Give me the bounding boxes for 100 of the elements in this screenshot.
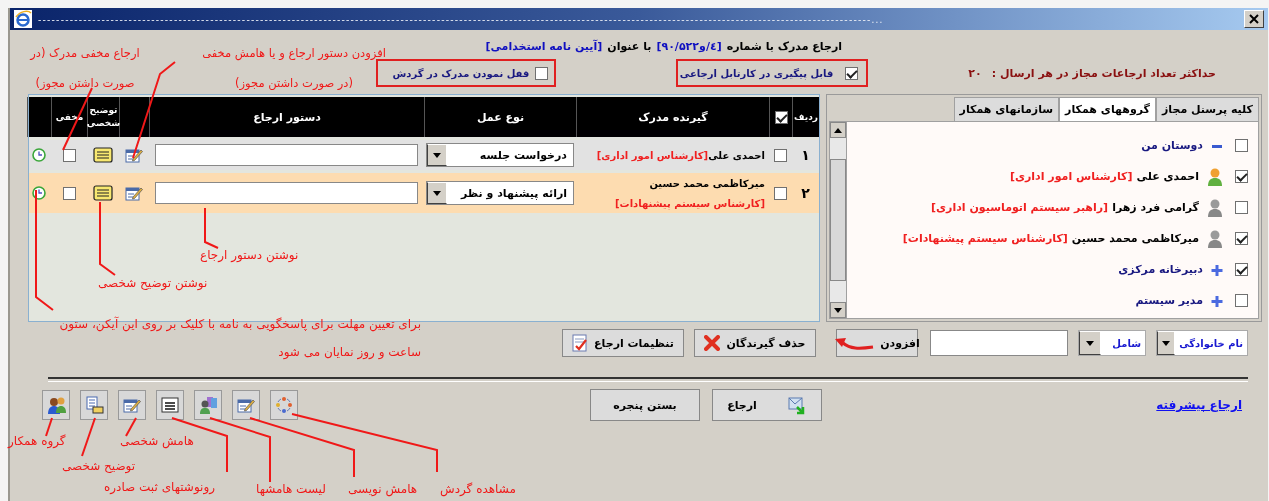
instruction-field[interactable] [155,182,418,204]
add-button[interactable]: افزودن [836,329,918,357]
person-name[interactable]: احمدی علی [1136,170,1199,183]
browser-icon [14,10,32,28]
list-icon [160,395,180,415]
toolbar-button[interactable] [118,390,146,420]
annotation: افزودن دستور ارجاع و یا هامش مخفی (در صورت داشتن مجوز) [201,45,387,92]
cycle-icon [274,395,294,415]
toolbar-button[interactable] [80,390,108,420]
checkbox[interactable] [1235,170,1248,183]
group-name[interactable]: دوستان من [1141,139,1203,152]
edit-icon[interactable] [125,147,143,163]
operator-dropdown[interactable]: شامل [1078,330,1146,356]
delete-icon [704,335,721,351]
toolbar-button[interactable] [232,390,260,420]
header-label: ارجاع مدرک با شماره [726,39,842,53]
annotation: مشاهده گردش [440,481,516,499]
table-row[interactable]: ۱ احمدی علی[کارشناس امور اداری] درخواست جلسه [29,140,819,170]
note-list-icon [84,395,104,415]
scroll-down-button[interactable] [830,302,846,318]
close-button[interactable] [1244,10,1264,28]
checkbox[interactable] [1235,294,1248,307]
colleague-group-icon [46,395,66,415]
annotation: رونوشتهای ثبت صادره [104,479,216,497]
group-name[interactable]: دبیرخانه مرکزی [1118,263,1203,276]
annotation: هامش شخصی [120,433,194,451]
toolbar-button[interactable] [156,390,184,420]
toolbar-button[interactable] [42,390,70,420]
checkbox[interactable] [774,148,787,162]
settings-button[interactable]: تنظیمات ارجاع [562,329,684,357]
table-row[interactable]: ۲ میرکاظمی محمد حسین [کارشناس سیستم پیشنهادات] ارائه پیشنهاد و نظر [29,173,819,213]
window-title: ----------------------------------------------------------------------------------------------------------------------------------------------------------------------------------------... [38,13,885,25]
annotation: لیست هامشها [256,481,326,498]
recipient-cell-text: احمدی علی[کارشناس امور اداری] [595,148,766,164]
note-icon[interactable] [93,147,113,163]
instruction-field[interactable] [155,144,418,166]
checkbox[interactable] [774,186,787,200]
max-referrals-value: ۲۰ [968,66,982,80]
column-header: ردیف [792,97,819,137]
person-role: [راهبر سیستم اتوماسیون اداری] [930,201,1109,214]
leader-line [125,417,137,437]
person-role: [کارشناس سیستم پیشنهادات] [902,232,1068,245]
field-dropdown[interactable]: نام خانوادگی [1156,330,1248,356]
tab[interactable]: کلیه پرسنل مجاز [1156,97,1259,121]
checkbox[interactable] [1235,139,1248,152]
checkbox[interactable] [535,66,549,80]
column-header: گیرنده مدرک [576,97,769,137]
option-label: قابل پیگیری در کارتابل ارجاعی [679,67,834,79]
checkbox[interactable] [62,186,76,200]
option-label: قفل نمودن مدرک در گردش [392,67,530,79]
expand-icon[interactable] [1211,294,1223,307]
expand-icon[interactable] [1211,263,1223,276]
refer-button[interactable]: ارجاع [712,389,822,421]
column-header: دستور ارجاع [149,97,424,137]
clock-icon[interactable] [32,186,46,200]
toolbar-button[interactable] [194,390,222,420]
scrollbar[interactable] [830,122,847,318]
clock-icon[interactable] [32,148,46,162]
search-field[interactable] [930,330,1068,356]
annotation: برای تعیین مهلت برای پاسخگویی به نامه با کلیک بر روی این آیکن، ستون ساعت و روز نمایان می شود [58,315,421,362]
leader-line [204,207,219,249]
tab[interactable]: سازمانهای همکار [953,97,1060,121]
document-subject: [آیین نامه استخدامی] [485,39,603,53]
scroll-thumb[interactable] [830,159,846,281]
people-documents-icon [198,395,218,415]
column-header: توضیح شخصی [87,97,119,137]
close-button[interactable]: بستن پنجره [590,389,700,421]
document-check-icon [572,334,589,352]
edit-icon[interactable] [125,185,143,201]
person-name[interactable]: میرکاظمی محمد حسین [1071,232,1199,245]
checkbox[interactable] [1235,232,1248,245]
send-icon [786,395,807,415]
document-number: [۹۰/٤/و۵۲۲] [656,39,722,53]
scroll-up-button[interactable] [830,122,846,138]
annotation: هامش نویسی [348,481,418,499]
arrow-icon [834,336,875,350]
note-icon[interactable] [93,185,113,201]
row-number: ۲ [800,184,811,203]
person-role: [کارشناس امور اداری] [1009,170,1133,183]
annotation: نوشتن دستور ارجاع [200,247,299,265]
advanced-referral-link[interactable]: ارجاع پیشرفته [1156,398,1242,412]
close-icon [1249,14,1259,24]
leader-line [81,417,96,457]
remove-button[interactable]: حذف گیرندگان [694,329,816,357]
action-dropdown[interactable]: درخواست جلسه [426,143,574,167]
action-dropdown[interactable]: ارائه پیشنهاد و نظر [426,181,574,205]
row-number: ۱ [800,146,811,165]
annotation: ارجاع مخفی مدرک (در صورت داشتن مجوز) [28,45,141,92]
annotation: گروه همکار [8,433,66,451]
checkbox[interactable] [1235,201,1248,214]
column-header: نوع عمل [424,97,576,137]
annotation: توضیح شخصی [62,458,136,476]
person-name[interactable]: گرامی فرد زهرا [1112,201,1199,214]
checkbox[interactable] [62,148,76,162]
checkbox[interactable] [774,110,788,124]
checkbox[interactable] [845,66,859,80]
checkbox[interactable] [1235,263,1248,276]
group-name[interactable]: مدیر سیستم [1135,294,1203,307]
recipient-cell-text: میرکاظمی محمد حسین [کارشناس سیستم پیشنهادات] [614,176,766,212]
tab[interactable]: گروههای همکار [1059,97,1156,121]
